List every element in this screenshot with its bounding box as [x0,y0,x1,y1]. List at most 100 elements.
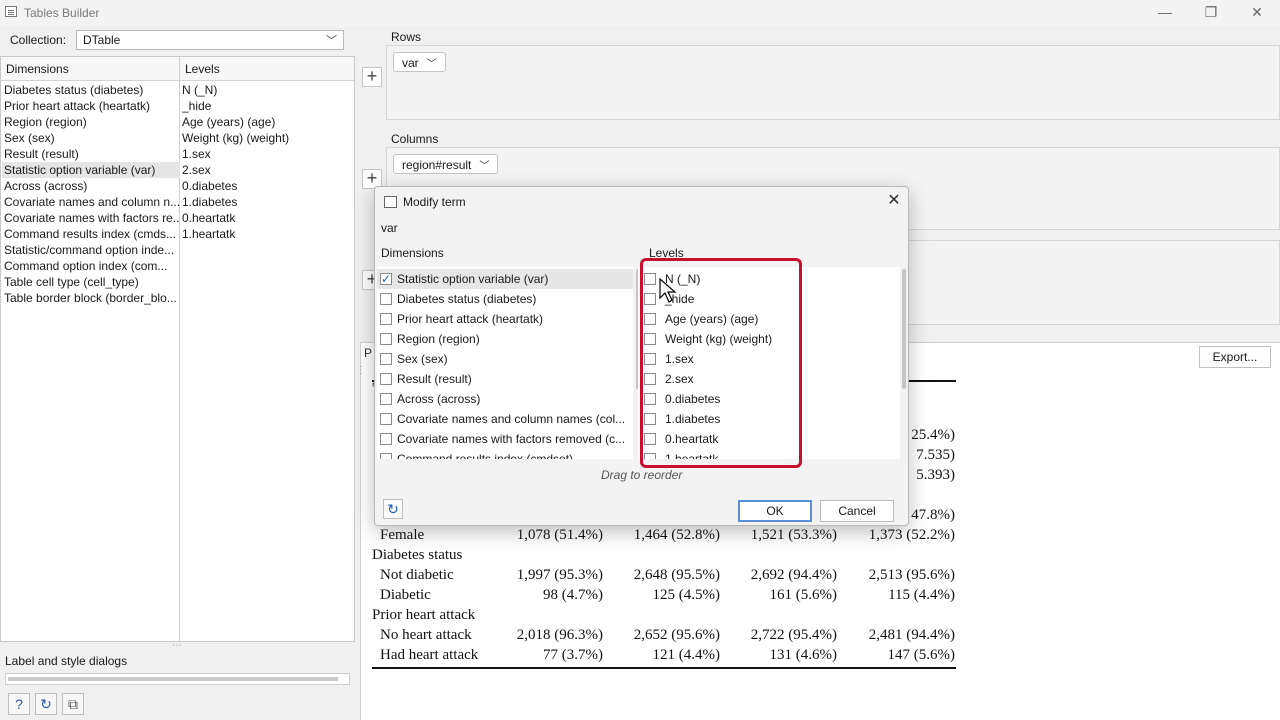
dimension-row[interactable]: Diabetes status (diabetes) [2,82,180,98]
table-row-label: Diabetic [380,587,431,603]
level-row[interactable]: 0.diabetes [182,178,352,194]
refresh-button[interactable]: ↻ [35,693,57,715]
level-row[interactable]: 2.sex [182,162,352,178]
dimension-row[interactable]: Region (region) [2,114,180,130]
table-row-label: Had heart attack [380,647,479,663]
table-cell: 1,373 (52.2%) [868,527,955,543]
chevron-down-icon: ﹀ [326,35,337,47]
checkbox[interactable] [380,393,392,405]
level-row[interactable]: 0.heartatk [182,210,352,226]
table-row-label: Female [380,527,425,543]
columns-term-label: region#result [402,158,472,172]
horizontal-scrollbar[interactable] [5,673,350,685]
minimize-button[interactable]: — [1142,0,1188,26]
checkbox[interactable] [380,353,392,365]
dimension-option-label: Diabetes status (diabetes) [397,292,537,306]
checkbox[interactable] [380,433,392,445]
dimension-row[interactable]: Command results index (cmds... [2,226,180,242]
export-button[interactable]: Export... [1199,346,1271,368]
table-row-label: Diabetes status [372,547,463,563]
columns-term-pill[interactable]: region#result ﹀ [393,154,499,174]
dimension-row[interactable]: Command option index (com... [2,258,180,274]
rows-dropzone[interactable]: var ﹀ [386,45,1280,120]
dimension-option[interactable]: Sex (sex) [377,349,633,369]
checkbox[interactable] [380,373,392,385]
dimension-row[interactable]: Table border block (border_blo... [2,290,180,306]
dimension-option[interactable]: Command results index (cmdset) [377,449,633,459]
dimension-row[interactable]: Statistic/command option inde... [2,242,180,258]
table-cell: 1,464 (52.8%) [633,527,720,543]
level-row[interactable]: 1.heartatk [182,226,352,242]
dimension-row[interactable]: Table cell type (cell_type) [2,274,180,290]
table-cell: 1,997 (95.3%) [516,567,603,583]
dimension-row[interactable]: Covariate names with factors re... [2,210,180,226]
columns-label: Columns [391,132,439,146]
checkbox[interactable] [380,413,392,425]
dimension-row[interactable]: Result (result) [2,146,180,162]
close-button[interactable]: ✕ [1234,0,1280,26]
checkbox[interactable] [380,313,392,325]
drag-hint: Drag to reorder [601,468,683,482]
dimension-row[interactable]: Across (across) [2,178,180,194]
dimension-row[interactable]: Sex (sex) [2,130,180,146]
table-cell: 2,018 (96.3%) [516,627,603,643]
level-row[interactable]: _hide [182,98,352,114]
ok-button[interactable]: OK [738,500,812,522]
dialog-dimensions-label: Dimensions [381,246,444,260]
dimensions-header[interactable]: Dimensions [1,57,179,81]
level-row[interactable]: 1.diabetes [182,194,352,210]
dimension-option[interactable]: Covariate names and column names (col... [377,409,633,429]
table-cell: 2,722 (95.4%) [750,627,837,643]
mouse-cursor-icon [659,278,677,303]
checkbox[interactable] [380,453,392,459]
dimension-row[interactable]: Statistic option variable (var) [2,162,180,178]
level-row[interactable]: Weight (kg) (weight) [182,130,352,146]
table-cell: 121 (4.4%) [652,647,721,663]
table-cell: 2,692 (94.4%) [750,567,837,583]
dimension-option[interactable]: Result (result) [377,369,633,389]
table-cell: 47.8%) [911,507,955,523]
dimension-option-label: Prior heart attack (heartatk) [397,312,544,326]
help-button[interactable]: ? [8,693,30,715]
table-cell: 25.4%) [911,427,955,443]
splitter-grip[interactable]: ⋮ [356,365,366,376]
preview-tab[interactable]: P [364,346,372,360]
dimension-option[interactable]: Region (region) [377,329,633,349]
close-icon[interactable]: ✕ [884,191,904,211]
dimension-option[interactable]: Covariate names with factors removed (c.… [377,429,633,449]
dimension-row[interactable]: Covariate names and column n... [2,194,180,210]
table-bottom-rule [372,667,956,669]
table-cell: 2,481 (94.4%) [868,627,955,643]
collection-select[interactable]: DTable ﹀ [76,30,344,50]
window-title: Tables Builder [24,6,100,20]
restore-button[interactable]: ❐ [1188,0,1234,26]
dimension-option-label: Sex (sex) [397,352,448,366]
table-cell: 2,652 (95.6%) [633,627,720,643]
add-row-button[interactable]: + [362,67,382,87]
level-row[interactable]: 1.sex [182,146,352,162]
splitter-grip[interactable]: ⋯ [172,640,182,651]
dialog-dimension-list: Statistic option variable (var) Diabetes … [377,267,633,459]
checkbox[interactable] [380,269,392,289]
table-row-label: Prior heart attack [372,607,476,623]
copy-button[interactable]: ⧉ [62,693,84,715]
level-list-scrollbar[interactable] [900,267,908,459]
level-row[interactable]: Age (years) (age) [182,114,352,130]
refresh-icon[interactable]: ↻ [383,499,403,519]
dimension-option[interactable]: Statistic option variable (var) [377,269,633,289]
dialog-icon [384,196,397,208]
checkbox[interactable] [380,333,392,345]
chevron-down-icon: ﹀ [479,161,490,172]
checkbox[interactable] [380,293,392,305]
dimension-option[interactable]: Diabetes status (diabetes) [377,289,633,309]
cancel-button[interactable]: Cancel [820,500,894,522]
dimension-option[interactable]: Prior heart attack (heartatk) [377,309,633,329]
dimension-row[interactable]: Prior heart attack (heartatk) [2,98,180,114]
dimension-option[interactable]: Across (across) [377,389,633,409]
rows-term-pill[interactable]: var ﹀ [393,52,446,72]
table-cell: 125 (4.5%) [652,587,721,603]
levels-header[interactable]: Levels [180,57,354,81]
level-row[interactable]: N (_N) [182,82,352,98]
collection-label: Collection: [10,33,67,47]
table-cell: 1,078 (51.4%) [516,527,603,543]
